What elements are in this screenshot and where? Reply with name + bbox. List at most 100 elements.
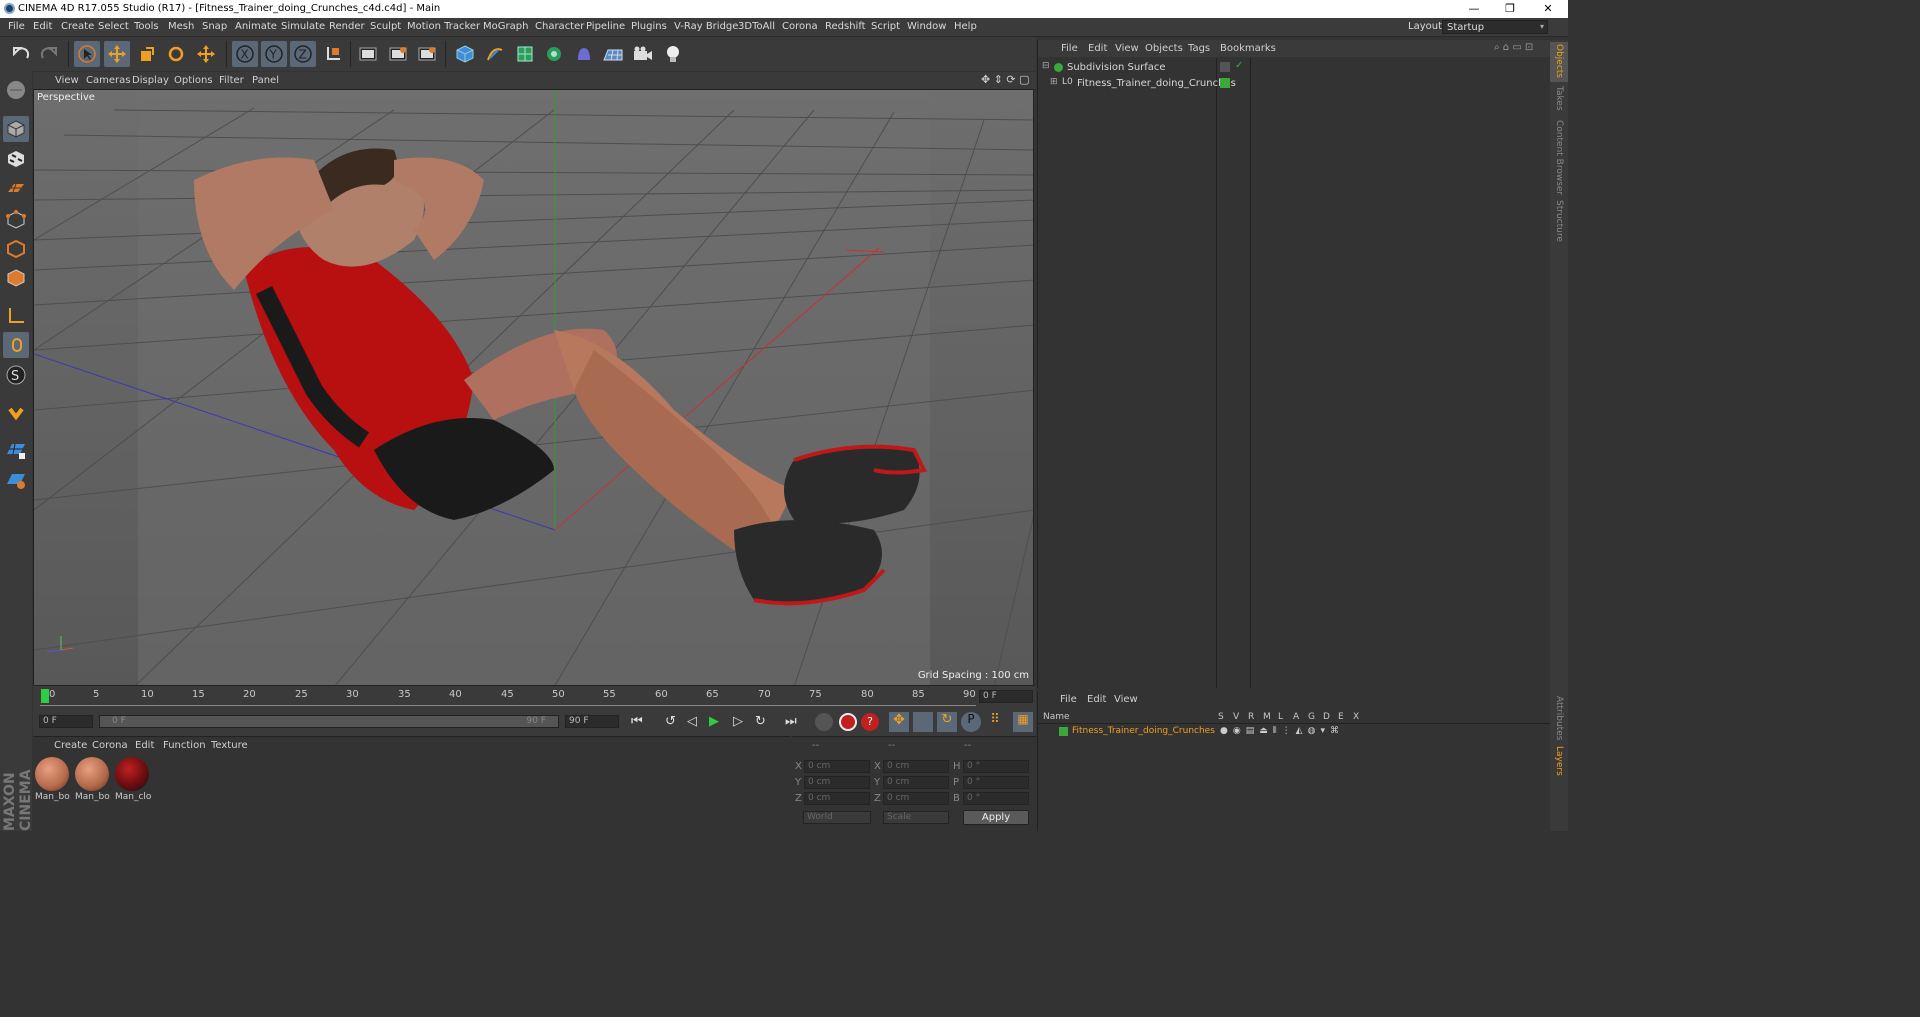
- menu-help[interactable]: Help: [954, 21, 977, 32]
- layer-menu-file[interactable]: File: [1060, 694, 1077, 705]
- undo-icon[interactable]: [8, 41, 34, 67]
- visibility-dots-icon[interactable]: [1220, 62, 1230, 72]
- workplane-icon[interactable]: [3, 175, 29, 201]
- viewport-menu-options[interactable]: Options: [174, 75, 213, 86]
- tab-content-browser[interactable]: Content Browser: [1554, 120, 1564, 195]
- rotation-p-field[interactable]: 0 °: [963, 776, 1029, 789]
- size-mode-dropdown[interactable]: Scale: [883, 811, 949, 824]
- texture-mode-icon[interactable]: [3, 146, 29, 172]
- material-swatch[interactable]: Man_bo: [75, 757, 111, 809]
- grid-lock-icon[interactable]: [3, 438, 29, 464]
- layer-color-swatch[interactable]: [1059, 727, 1068, 736]
- minimize-button[interactable]: —: [1456, 0, 1492, 18]
- layer-row[interactable]: Fitness_Trainer_doing_Crunches ●◉▤⏏⦀⋮◭◍▾…: [1038, 725, 1550, 739]
- menu-plugins[interactable]: Plugins: [631, 21, 667, 32]
- deformer-icon[interactable]: [571, 41, 597, 67]
- enabled-check-icon[interactable]: ✓: [1235, 60, 1243, 71]
- menu-character[interactable]: Character: [535, 21, 584, 32]
- pen-spline-icon[interactable]: [482, 41, 508, 67]
- select-tool-icon[interactable]: [74, 41, 100, 67]
- close-button[interactable]: ✕: [1530, 0, 1566, 18]
- search-icon[interactable]: ⌕ ⌂ ▭ ⊡: [1494, 42, 1533, 53]
- key-scale-icon[interactable]: [913, 712, 933, 732]
- snap-icon[interactable]: [3, 400, 29, 426]
- object-row[interactable]: ⊞ L0 Fitness_Trainer_doing_Crunches: [1038, 76, 1550, 92]
- size-x-field[interactable]: 0 cm: [883, 760, 949, 773]
- menu-motion-tracker[interactable]: Motion Tracker: [407, 21, 480, 32]
- motion-record-icon[interactable]: [815, 713, 833, 731]
- material-menu-corona[interactable]: Corona: [92, 740, 128, 751]
- menu-snap[interactable]: Snap: [202, 21, 227, 32]
- go-to-end-icon[interactable]: ⏭: [785, 714, 797, 729]
- edges-mode-icon[interactable]: [3, 236, 29, 262]
- layer-menu-edit[interactable]: Edit: [1087, 694, 1106, 705]
- menu-3dtoall[interactable]: 3DToAll: [738, 21, 775, 32]
- layout-dropdown[interactable]: Startup ▾: [1442, 20, 1548, 34]
- cloner-icon[interactable]: [541, 41, 567, 67]
- position-z-field[interactable]: 0 cm: [804, 792, 870, 805]
- object-menu-edit[interactable]: Edit: [1088, 43, 1107, 54]
- step-back-icon[interactable]: ◁: [687, 714, 697, 729]
- coordinate-system-icon[interactable]: [320, 41, 346, 67]
- material-swatch[interactable]: Man_bo: [35, 757, 71, 809]
- viewport-menu-cameras[interactable]: Cameras: [86, 75, 130, 86]
- 3d-viewport[interactable]: Perspective Grid Spacing : 100 cm: [33, 89, 1034, 686]
- tab-structure[interactable]: Structure: [1554, 200, 1564, 242]
- redo-icon[interactable]: [36, 41, 62, 67]
- tab-takes[interactable]: Takes: [1554, 86, 1564, 111]
- render-view-icon[interactable]: [355, 41, 381, 67]
- object-menu-view[interactable]: View: [1115, 43, 1139, 54]
- menu-render[interactable]: Render: [329, 21, 365, 32]
- go-to-start-icon[interactable]: ⏮: [631, 714, 643, 729]
- tab-objects[interactable]: Objects: [1554, 44, 1564, 78]
- rotate-tool-icon[interactable]: [163, 41, 189, 67]
- menu-animate[interactable]: Animate: [235, 21, 277, 32]
- layer-color-swatch[interactable]: [1220, 78, 1230, 88]
- material-menu-function[interactable]: Function: [163, 740, 206, 751]
- layer-menu-view[interactable]: View: [1114, 694, 1138, 705]
- x-axis-lock-icon[interactable]: X: [232, 41, 258, 67]
- size-z-field[interactable]: 0 cm: [883, 792, 949, 805]
- light-icon[interactable]: [660, 41, 686, 67]
- apply-button[interactable]: Apply: [963, 810, 1029, 825]
- menu-mograph[interactable]: MoGraph: [483, 21, 528, 32]
- key-rotation-icon[interactable]: ↻: [937, 712, 957, 732]
- menu-edit[interactable]: Edit: [33, 21, 52, 32]
- viewport-nav-icons[interactable]: ✥ ⇕ ⟳ ▢: [981, 73, 1030, 86]
- autokey-icon[interactable]: ?: [861, 713, 879, 731]
- timeline-ruler[interactable]: 0 5 10 15 20 25 30 35 40 45 50 55 60 65 …: [33, 686, 1036, 710]
- material-menu-edit[interactable]: Edit: [135, 740, 154, 751]
- play-icon[interactable]: ▶: [709, 714, 719, 729]
- restore-button[interactable]: ❐: [1492, 0, 1528, 18]
- coordinate-space-dropdown[interactable]: World: [803, 811, 871, 824]
- tweak-mode-icon[interactable]: [3, 332, 29, 358]
- current-frame-field[interactable]: 0 F: [979, 690, 1033, 703]
- next-key-icon[interactable]: ↻: [755, 714, 766, 729]
- start-frame-field[interactable]: 0 F: [39, 715, 93, 728]
- viewport-menu-panel[interactable]: Panel: [252, 75, 279, 86]
- axis-mode-icon[interactable]: [3, 303, 29, 329]
- menu-corona[interactable]: Corona: [782, 21, 818, 32]
- menu-pipeline[interactable]: Pipeline: [586, 21, 625, 32]
- material-menu-texture[interactable]: Texture: [211, 740, 248, 751]
- menu-vray-bridge[interactable]: V-Ray Bridge: [674, 21, 738, 32]
- floor-icon[interactable]: [600, 41, 626, 67]
- enable-axis-icon[interactable]: [3, 468, 29, 494]
- layer-toggle-icons[interactable]: ●◉▤⏏⦀⋮◭◍▾⌘: [1220, 726, 1344, 736]
- cube-icon[interactable]: [452, 41, 478, 67]
- expand-icon[interactable]: ⊞: [1050, 77, 1058, 87]
- move-tool-icon[interactable]: [104, 41, 130, 67]
- menu-script[interactable]: Script: [871, 21, 900, 32]
- menu-mesh[interactable]: Mesh: [168, 21, 194, 32]
- viewport-menu-view[interactable]: View: [55, 75, 79, 86]
- tab-layers[interactable]: Layers: [1554, 746, 1564, 776]
- subdivision-surface-icon[interactable]: [512, 41, 538, 67]
- render-settings-icon[interactable]: [414, 41, 440, 67]
- menu-window[interactable]: Window: [907, 21, 946, 32]
- rotation-b-field[interactable]: 0 °: [963, 792, 1029, 805]
- scale-tool-icon[interactable]: [134, 41, 160, 67]
- points-mode-icon[interactable]: [3, 207, 29, 233]
- menu-simulate[interactable]: Simulate: [281, 21, 325, 32]
- viewport-menu-filter[interactable]: Filter: [219, 75, 244, 86]
- make-editable-icon[interactable]: [3, 77, 29, 103]
